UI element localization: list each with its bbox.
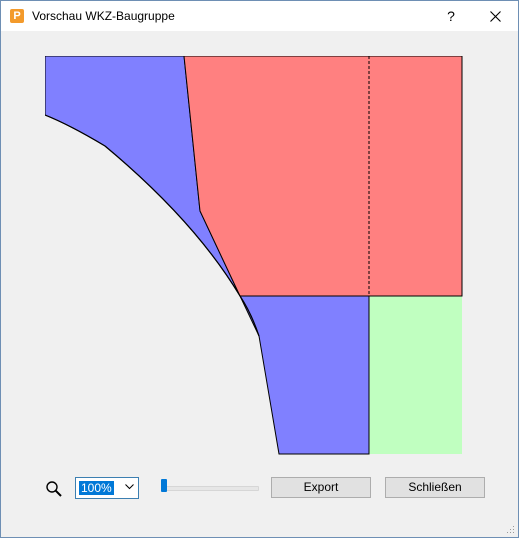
help-button[interactable]: ?	[431, 1, 471, 31]
dialog-window: P Vorschau WKZ-Baugruppe ? 100% Export S…	[0, 0, 519, 538]
close-window-button[interactable]	[475, 1, 515, 31]
slider-track	[161, 486, 259, 491]
close-button[interactable]: Schließen	[385, 477, 485, 498]
zoom-slider[interactable]	[161, 478, 259, 498]
region-red	[183, 56, 463, 297]
app-icon: P	[10, 9, 24, 23]
resize-grip-icon[interactable]	[505, 524, 515, 534]
magnifier-icon	[46, 481, 62, 497]
title-bar: P Vorschau WKZ-Baugruppe ?	[1, 1, 518, 31]
window-title: Vorschau WKZ-Baugruppe	[32, 9, 175, 23]
slider-thumb[interactable]	[161, 479, 167, 492]
zoom-select[interactable]: 100%	[75, 477, 139, 499]
region-blue-bottom	[239, 295, 370, 455]
region-green	[369, 296, 462, 454]
assembly-preview	[45, 56, 463, 455]
zoom-value: 100%	[79, 481, 114, 495]
export-button[interactable]: Export	[271, 477, 371, 498]
chevron-down-icon	[125, 484, 134, 490]
close-icon	[489, 10, 501, 22]
